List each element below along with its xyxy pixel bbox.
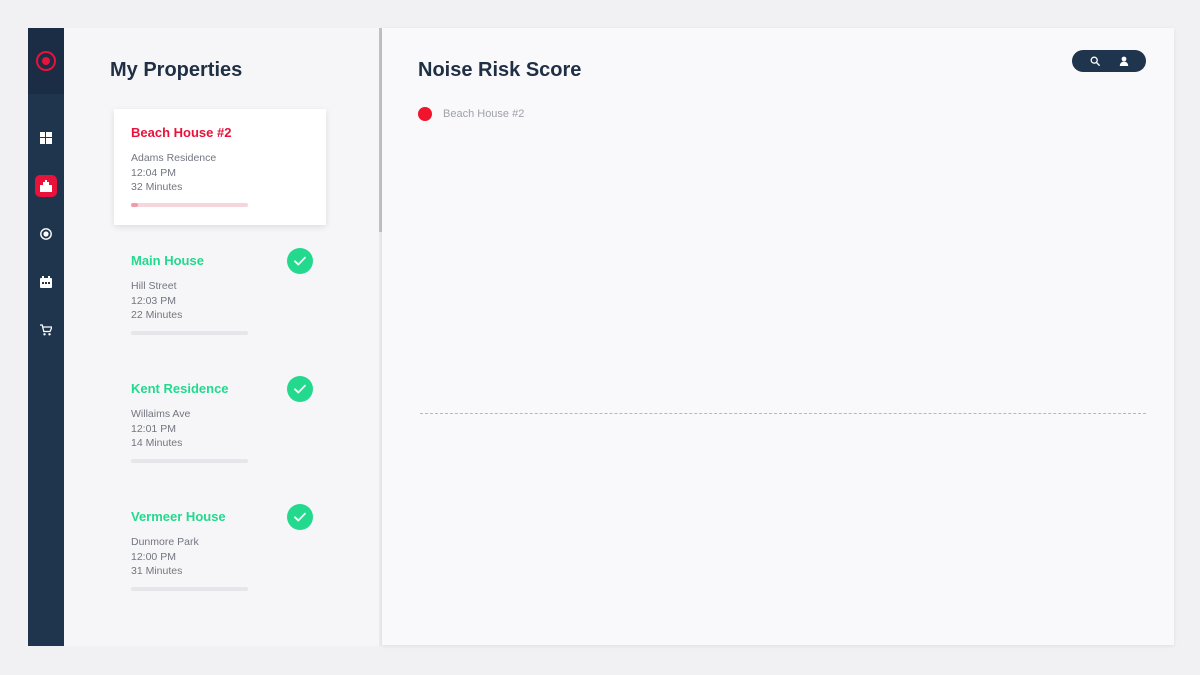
calendar-icon[interactable] bbox=[35, 271, 57, 293]
record-icon[interactable] bbox=[35, 223, 57, 245]
property-card[interactable]: Main House Hill Street 12:03 PM 22 Minut… bbox=[114, 237, 326, 353]
legend-dot bbox=[418, 107, 432, 121]
property-progress-fill bbox=[131, 203, 139, 207]
property-time: 12:00 PM bbox=[131, 551, 176, 563]
property-duration: 32 Minutes bbox=[131, 181, 183, 193]
noise-risk-panel: Noise Risk Score Beach House #2 bbox=[382, 28, 1174, 645]
user-icon[interactable] bbox=[1116, 53, 1132, 69]
threshold-line bbox=[420, 413, 1146, 414]
property-time: 12:04 PM bbox=[131, 167, 176, 179]
property-progress-bar bbox=[131, 331, 248, 335]
page-title: Noise Risk Score bbox=[418, 59, 582, 81]
check-icon bbox=[287, 504, 313, 530]
property-progress-bar bbox=[131, 203, 248, 207]
property-address: Hill Street bbox=[131, 280, 177, 292]
property-name: Beach House #2 bbox=[131, 125, 232, 140]
property-address: Adams Residence bbox=[131, 152, 217, 164]
property-card[interactable]: Beach House #2 Adams Residence 12:04 PM … bbox=[114, 109, 326, 225]
check-icon bbox=[287, 248, 313, 274]
property-name: Main House bbox=[131, 253, 204, 268]
properties-panel: My Properties Beach House #2 Adams Resid… bbox=[64, 28, 382, 646]
property-address: Willaims Ave bbox=[131, 408, 191, 420]
property-time: 12:01 PM bbox=[131, 423, 176, 435]
cart-icon[interactable] bbox=[35, 319, 57, 341]
check-icon bbox=[287, 376, 313, 402]
chart-legend: Beach House #2 bbox=[418, 107, 524, 121]
property-duration: 31 Minutes bbox=[131, 565, 183, 577]
property-card[interactable]: Vermeer House Dunmore Park 12:00 PM 31 M… bbox=[114, 493, 326, 609]
dashboard-icon[interactable] bbox=[35, 127, 57, 149]
property-address: Dunmore Park bbox=[131, 536, 199, 548]
sidebar-nav bbox=[28, 28, 64, 646]
target-logo-icon[interactable] bbox=[36, 51, 56, 71]
property-duration: 14 Minutes bbox=[131, 437, 183, 449]
property-progress-bar bbox=[131, 459, 248, 463]
top-actions-pill bbox=[1072, 50, 1146, 72]
properties-icon[interactable] bbox=[35, 175, 57, 197]
legend-label: Beach House #2 bbox=[443, 108, 525, 120]
property-name: Kent Residence bbox=[131, 381, 229, 396]
property-time: 12:03 PM bbox=[131, 295, 176, 307]
search-icon[interactable] bbox=[1087, 53, 1103, 69]
logo-area bbox=[28, 28, 64, 94]
property-card[interactable]: Kent Residence Willaims Ave 12:01 PM 14 … bbox=[114, 365, 326, 481]
property-duration: 22 Minutes bbox=[131, 309, 183, 321]
properties-title: My Properties bbox=[110, 59, 243, 81]
property-progress-bar bbox=[131, 587, 248, 591]
property-name: Vermeer House bbox=[131, 509, 226, 524]
